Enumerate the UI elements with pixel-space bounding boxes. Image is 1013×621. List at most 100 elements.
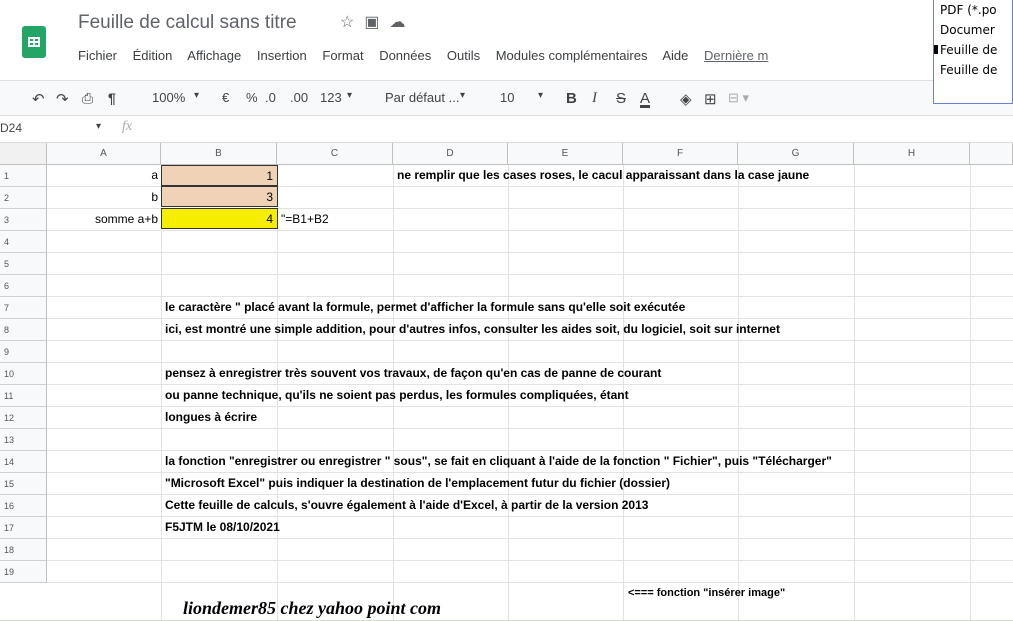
download-document-item[interactable]: Documer <box>934 20 1012 40</box>
row-header[interactable]: 9 <box>0 341 47 363</box>
menu-aide[interactable]: Aide <box>662 48 688 63</box>
menu-modules[interactable]: Modules complémentaires <box>496 48 648 63</box>
document-title[interactable]: Feuille de calcul sans titre <box>78 12 297 34</box>
redo-icon[interactable]: ↷ <box>56 90 69 108</box>
text-color-button[interactable]: A <box>640 90 650 107</box>
row-header[interactable]: 2 <box>0 187 47 209</box>
grid-line <box>47 428 1013 429</box>
formula-bar: D24 ▾ fx <box>0 116 1013 143</box>
column-header-a[interactable]: A <box>47 143 161 165</box>
last-edit-link[interactable]: Dernière m <box>704 48 768 63</box>
column-header-h[interactable]: H <box>854 143 970 165</box>
column-header-b[interactable]: B <box>161 143 277 165</box>
strikethrough-button[interactable]: S <box>616 90 626 107</box>
cell-b6[interactable]: le caractère " placé avant la formule, p… <box>165 297 685 318</box>
font-size-dropdown-icon[interactable]: ▾ <box>538 90 543 101</box>
percent-button[interactable]: % <box>246 90 258 105</box>
row-header[interactable]: 1 <box>0 165 47 187</box>
sheets-logo-icon[interactable] <box>22 26 46 58</box>
paint-format-icon[interactable]: ¶ <box>108 90 116 106</box>
cell-b16[interactable]: F5JTM le 08/10/2021 <box>165 517 280 538</box>
folder-icon[interactable]: ▣ <box>364 14 389 31</box>
fx-icon: fx <box>122 119 133 134</box>
menu-format[interactable]: Format <box>322 48 363 63</box>
grid-line <box>854 165 855 620</box>
row-header[interactable]: 18 <box>0 539 47 561</box>
row-header[interactable]: 19 <box>0 561 47 583</box>
undo-icon[interactable]: ↶ <box>32 90 45 108</box>
row-header[interactable]: 16 <box>0 495 47 517</box>
column-header-c[interactable]: C <box>277 143 393 165</box>
italic-button[interactable]: I <box>592 90 597 107</box>
cell-a3[interactable]: somme a+b <box>47 209 161 230</box>
column-header-f[interactable]: F <box>623 143 738 165</box>
font-size-select[interactable]: 10 <box>500 90 514 105</box>
row-header[interactable]: 8 <box>0 319 47 341</box>
name-box[interactable]: D24 <box>0 121 22 135</box>
cell-d1[interactable]: ne remplir que les cases roses, le cacul… <box>397 165 809 186</box>
cell-b10[interactable]: ou panne technique, qu'ils ne soient pas… <box>165 385 629 406</box>
cell-b13[interactable]: la fonction "enregistrer ou enregistrer … <box>165 451 832 472</box>
signature-image[interactable]: liondemer85 chez yahoo point com <box>183 595 441 621</box>
formats-dropdown-icon[interactable]: ▾ <box>347 90 352 101</box>
download-sheet-item-2[interactable]: Feuille de <box>934 60 1012 80</box>
row-header[interactable]: 6 <box>0 275 47 297</box>
select-all-corner[interactable] <box>0 143 47 165</box>
cell-b11[interactable]: longues à écrire <box>165 407 257 428</box>
cell-a2[interactable]: b <box>47 187 161 208</box>
more-formats-button[interactable]: 123 <box>320 90 342 105</box>
cell-b2[interactable]: 3 <box>161 186 278 207</box>
column-header-e[interactable]: E <box>508 143 623 165</box>
spreadsheet-grid[interactable]: A B C D E F G H 1 2 3 4 5 6 7 8 9 10 11 12 13 14 15 16 1… <box>0 143 1013 620</box>
row-header[interactable]: 17 <box>0 517 47 539</box>
cell-b1[interactable]: 1 <box>161 165 278 186</box>
menu-edition[interactable]: Édition <box>133 48 173 63</box>
star-icon[interactable]: ☆ <box>340 14 364 31</box>
menu-outils[interactable]: Outils <box>447 48 480 63</box>
column-header-d[interactable]: D <box>393 143 508 165</box>
currency-button[interactable]: € <box>222 90 229 105</box>
column-header-g[interactable]: G <box>738 143 854 165</box>
row-header[interactable]: 15 <box>0 473 47 495</box>
increase-decimal-button[interactable]: .00 <box>290 90 308 105</box>
zoom-dropdown-icon[interactable]: ▾ <box>194 90 199 101</box>
menu-affichage[interactable]: Affichage <box>187 48 241 63</box>
row-header[interactable]: 3 <box>0 209 47 231</box>
bold-button[interactable]: B <box>566 90 577 107</box>
cell-e18[interactable]: <=== fonction "insérer image" <box>628 583 785 604</box>
cell-b3[interactable]: 4 <box>161 208 278 229</box>
name-box-dropdown-icon[interactable]: ▾ <box>96 121 101 132</box>
cell-b9[interactable]: pensez à enregistrer très souvent vos tr… <box>165 363 661 384</box>
grid-line <box>47 252 1013 253</box>
merge-cells-icon[interactable]: ⊟ ▾ <box>728 90 749 106</box>
fill-color-icon[interactable]: ◈ <box>680 90 692 108</box>
download-pdf-item[interactable]: PDF (*.po <box>934 0 1012 20</box>
cell-b14[interactable]: "Microsoft Excel" puis indiquer la desti… <box>165 473 670 494</box>
row-header[interactable]: 4 <box>0 231 47 253</box>
grid-line <box>47 538 1013 539</box>
menu-insertion[interactable]: Insertion <box>257 48 307 63</box>
row-header[interactable]: 7 <box>0 297 47 319</box>
borders-icon[interactable]: ⊞ <box>704 90 717 108</box>
row-header[interactable]: 13 <box>0 429 47 451</box>
row-header[interactable]: 5 <box>0 253 47 275</box>
grid-line <box>47 560 1013 561</box>
cell-b15[interactable]: Cette feuille de calculs, s'ouvre égalem… <box>165 495 648 516</box>
menu-fichier[interactable]: Fichier <box>78 48 117 63</box>
column-header-i[interactable] <box>970 143 1013 165</box>
font-select[interactable]: Par défaut ... <box>385 90 459 105</box>
row-header[interactable]: 11 <box>0 385 47 407</box>
menu-donnees[interactable]: Données <box>379 48 431 63</box>
cell-b7[interactable]: ici, est montré une simple addition, pou… <box>165 319 780 340</box>
cell-c3[interactable]: "=B1+B2 <box>281 209 329 230</box>
download-sheet-item[interactable]: Feuille de <box>934 40 1012 60</box>
cell-a1[interactable]: a <box>47 165 161 186</box>
row-header[interactable]: 10 <box>0 363 47 385</box>
font-dropdown-icon[interactable]: ▾ <box>460 90 465 101</box>
row-header[interactable]: 12 <box>0 407 47 429</box>
row-header[interactable]: 14 <box>0 451 47 473</box>
zoom-select[interactable]: 100% <box>152 90 185 105</box>
cloud-icon[interactable]: ☁ <box>389 14 415 31</box>
decrease-decimal-button[interactable]: .0 <box>265 90 276 105</box>
print-icon[interactable]: ⎙ <box>82 90 93 107</box>
